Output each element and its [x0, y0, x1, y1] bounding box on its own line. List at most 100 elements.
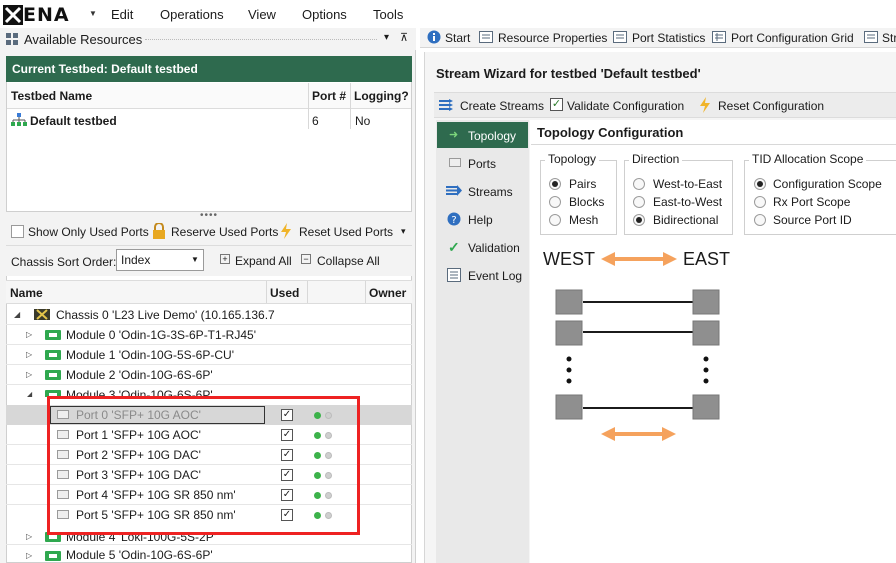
nav-item-topology[interactable]: ➜ Topology: [437, 122, 528, 148]
expand-arrow-icon[interactable]: ▷: [26, 551, 32, 560]
expand-arrow-icon[interactable]: ▷: [26, 370, 32, 379]
tree-row-module[interactable]: ▷ Module 2 'Odin-10G-6S-6P': [6, 365, 412, 385]
radio-bidirectional[interactable]: [633, 214, 645, 226]
row-divider: [6, 384, 412, 385]
col-used[interactable]: Used: [270, 286, 299, 300]
divider: [531, 144, 896, 145]
col-port-count[interactable]: Port #: [312, 89, 346, 103]
menu-options[interactable]: Options: [302, 7, 347, 22]
col-owner[interactable]: Owner: [369, 286, 406, 300]
radio-east-to-west[interactable]: [633, 196, 645, 208]
testbed-port-count: 6: [312, 114, 319, 128]
tab-port-statistics[interactable]: Port Statistics: [632, 31, 705, 45]
menu-tools[interactable]: Tools: [373, 7, 403, 22]
radio-east-to-west-label[interactable]: East-to-West: [653, 195, 722, 209]
show-only-used-label[interactable]: Show Only Used Ports: [28, 225, 149, 239]
tree-row-module[interactable]: ▷ Module 0 'Odin-1G-3S-6P-T1-RJ45': [6, 325, 412, 345]
chassis-label: Chassis 0 'L23 Live Demo' (10.165.136.7: [56, 308, 275, 322]
expand-all-button[interactable]: Expand All: [235, 254, 292, 268]
lightning-icon[interactable]: [698, 97, 712, 113]
testbed-name: Default testbed: [30, 114, 117, 128]
xena-x-icon: [3, 5, 23, 25]
ports-toolbar: Show Only Used Ports Reserve Used Ports …: [6, 218, 412, 246]
ports-tree-header: Name Used Owner: [6, 280, 412, 304]
col-name[interactable]: Name: [10, 286, 43, 300]
radio-mesh-label[interactable]: Mesh: [569, 213, 598, 227]
radio-pairs[interactable]: [549, 178, 561, 190]
radio-bidirectional-label[interactable]: Bidirectional: [653, 213, 718, 227]
resources-icon: [6, 33, 18, 45]
nav-label: Topology: [468, 129, 517, 143]
collapse-icon[interactable]: −: [301, 254, 311, 264]
expand-arrow-icon[interactable]: ▷: [26, 350, 32, 359]
nav-item-streams[interactable]: Streams: [437, 178, 528, 204]
radio-mesh[interactable]: [549, 214, 561, 226]
radio-rx-port-scope[interactable]: [754, 196, 766, 208]
radio-configuration-scope[interactable]: [754, 178, 766, 190]
tab-port-configuration-grid[interactable]: Port Configuration Grid: [731, 31, 854, 45]
radio-west-to-east[interactable]: [633, 178, 645, 190]
tab-stream-wizard[interactable]: Str: [882, 31, 896, 45]
nav-item-ports[interactable]: Ports: [437, 150, 528, 176]
radio-configuration-scope-label[interactable]: Configuration Scope: [773, 177, 882, 191]
menu-operations[interactable]: Operations: [160, 7, 224, 22]
tree-row-module[interactable]: ▷ Module 5 'Odin-10G-6S-6P': [6, 545, 412, 563]
overflow-chevron-icon[interactable]: ▾: [401, 226, 406, 237]
panel-menu-icon[interactable]: ▾: [384, 32, 389, 43]
testbed-logging: No: [355, 114, 371, 128]
tree-row-chassis[interactable]: ◢ Chassis 0 'L23 Live Demo' (10.165.136.…: [6, 305, 412, 325]
sort-order-select[interactable]: Index ▼: [116, 249, 204, 271]
radio-blocks[interactable]: [549, 196, 561, 208]
lock-icon[interactable]: [152, 223, 166, 239]
bidirectional-arrow-icon: [601, 427, 676, 441]
radio-pairs-label[interactable]: Pairs: [569, 177, 596, 191]
pin-icon[interactable]: ⊼: [400, 31, 408, 44]
expand-arrow-icon[interactable]: ▷: [26, 330, 32, 339]
reserve-used-ports-button[interactable]: Reserve Used Ports: [171, 225, 278, 239]
show-only-used-checkbox[interactable]: [11, 225, 24, 238]
expand-arrow-icon[interactable]: ▷: [26, 532, 32, 541]
validate-checkbox-icon[interactable]: ✓: [550, 98, 563, 111]
tab-resource-properties[interactable]: Resource Properties: [498, 31, 607, 45]
row-divider: [6, 324, 412, 325]
create-streams-button[interactable]: Create Streams: [460, 99, 544, 113]
statistics-icon: [613, 31, 627, 43]
collapse-arrow-icon[interactable]: ◢: [26, 390, 32, 397]
logo-dropdown-icon[interactable]: ▼: [89, 9, 97, 18]
tab-start[interactable]: Start: [445, 31, 470, 45]
radio-blocks-label[interactable]: Blocks: [569, 195, 604, 209]
wizard-title: Stream Wizard for testbed 'Default testb…: [436, 66, 701, 81]
collapse-all-button[interactable]: Collapse All: [317, 254, 380, 268]
col-testbed-name[interactable]: Testbed Name: [11, 89, 92, 103]
sort-order-label: Chassis Sort Order:: [11, 255, 117, 269]
expand-icon[interactable]: +: [220, 254, 230, 264]
event-log-icon: [447, 268, 461, 282]
lightning-icon[interactable]: [279, 223, 293, 239]
nav-item-event-log[interactable]: Event Log: [437, 262, 528, 288]
port-icon: [449, 158, 461, 167]
radio-rx-port-scope-label[interactable]: Rx Port Scope: [773, 195, 850, 209]
xena-logo[interactable]: ENA ▼: [3, 3, 97, 27]
create-streams-icon[interactable]: [439, 99, 453, 112]
available-resources-title: Available Resources: [24, 32, 143, 47]
collapse-arrow-icon[interactable]: ◢: [14, 310, 20, 319]
nav-item-help[interactable]: ? Help: [437, 206, 528, 232]
menu-view[interactable]: View: [248, 7, 276, 22]
menu-edit[interactable]: Edit: [111, 7, 133, 22]
col-logging[interactable]: Logging?: [354, 89, 409, 103]
nav-label: Validation: [468, 241, 520, 255]
radio-source-port-id-label[interactable]: Source Port ID: [773, 213, 852, 227]
reset-configuration-button[interactable]: Reset Configuration: [718, 99, 824, 113]
radio-west-to-east-label[interactable]: West-to-East: [653, 177, 722, 191]
testbed-row[interactable]: Default testbed 6 No: [7, 110, 411, 130]
validate-configuration-button[interactable]: Validate Configuration: [567, 99, 684, 113]
tree-row-module[interactable]: ▷ Module 1 'Odin-10G-5S-6P-CU': [6, 345, 412, 365]
module-icon: [45, 370, 61, 380]
reset-used-ports-button[interactable]: Reset Used Ports: [299, 225, 393, 239]
radio-source-port-id[interactable]: [754, 214, 766, 226]
logo-text: ENA: [23, 4, 70, 26]
module-label: Module 0 'Odin-1G-3S-6P-T1-RJ45': [66, 328, 256, 342]
nav-item-validation[interactable]: ✓ Validation: [437, 234, 528, 260]
info-icon: [427, 30, 441, 44]
arrow-right-icon: ➜: [449, 129, 459, 141]
